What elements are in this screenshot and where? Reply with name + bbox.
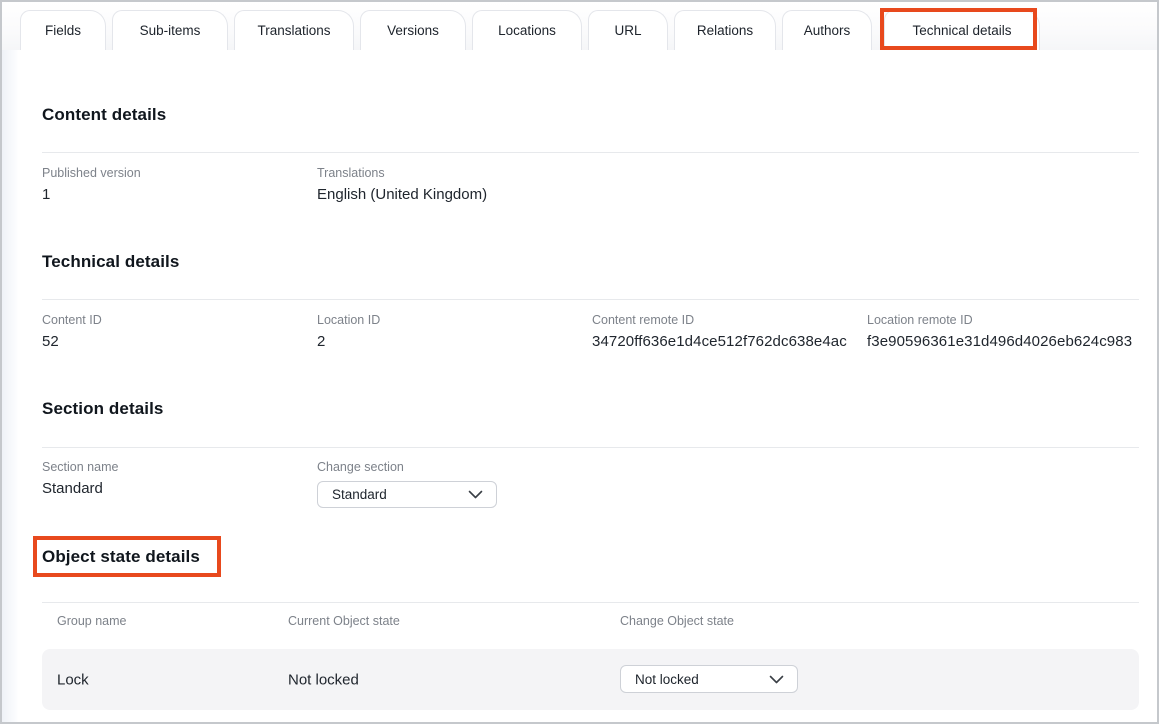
object-state-table-row: Lock Not locked Not locked [42,649,1139,710]
tab-url[interactable]: URL [588,10,668,50]
change-section-label: Change section [317,460,404,474]
tab-sub-items[interactable]: Sub-items [112,10,228,50]
published-version-value: 1 [42,186,141,203]
tab-label: Translations [257,23,330,38]
tab-label: Authors [804,23,851,38]
tab-label: Sub-items [140,23,201,38]
change-section-field: Change section [317,460,404,480]
tab-panel-technical-details: Content details Published version 1 Tran… [2,2,1157,722]
change-section-selected-value: Standard [332,487,387,502]
tab-label: Locations [498,23,556,38]
change-object-state-dropdown[interactable]: Not locked [620,665,798,693]
tab-bar: Fields Sub-items Translations Versions L… [2,2,1157,50]
object-state-heading-wrap: Object state details [42,547,200,567]
divider [42,299,1139,300]
translations-field: Translations English (United Kingdom) [317,166,487,203]
location-id-value: 2 [317,333,380,350]
divider [42,447,1139,448]
object-state-details-heading: Object state details [42,547,200,567]
section-details-heading: Section details [42,399,163,419]
divider [42,602,1139,603]
chevron-down-icon [468,490,483,499]
section-name-field: Section name Standard [42,460,118,497]
tab-label: Fields [45,23,81,38]
tab-label: URL [614,23,641,38]
col-header-current-object-state: Current Object state [288,614,400,628]
content-remote-id-label: Content remote ID [592,313,847,327]
tab-label: Versions [387,23,439,38]
tab-translations[interactable]: Translations [234,10,354,50]
published-version-field: Published version 1 [42,166,141,203]
location-remote-id-value: f3e90596361e31d496d4026eb624c983 [867,333,1132,350]
change-object-state-selected-value: Not locked [635,672,699,687]
location-remote-id-field: Location remote ID f3e90596361e31d496d40… [867,313,1132,350]
section-name-value: Standard [42,480,118,497]
section-name-label: Section name [42,460,118,474]
current-state-cell: Not locked [288,671,359,688]
content-remote-id-field: Content remote ID 34720ff636e1d4ce512f76… [592,313,847,350]
col-header-change-object-state: Change Object state [620,614,734,628]
left-edge-gutter [2,2,18,722]
content-id-field: Content ID 52 [42,313,102,350]
content-remote-id-value: 34720ff636e1d4ce512f762dc638e4ac [592,333,847,350]
content-details-heading: Content details [42,105,166,125]
content-id-label: Content ID [42,313,102,327]
divider [42,152,1139,153]
chevron-down-icon [769,675,784,684]
tab-technical-details[interactable]: Technical details [884,10,1040,50]
col-header-group-name: Group name [57,614,126,628]
technical-details-heading: Technical details [42,252,179,272]
location-id-label: Location ID [317,313,380,327]
translations-value: English (United Kingdom) [317,186,487,203]
content-id-value: 52 [42,333,102,350]
page-frame: Fields Sub-items Translations Versions L… [0,0,1159,724]
tab-label: Relations [697,23,753,38]
translations-label: Translations [317,166,487,180]
location-remote-id-label: Location remote ID [867,313,1132,327]
tab-label: Technical details [912,23,1011,38]
change-section-dropdown[interactable]: Standard [317,481,497,508]
published-version-label: Published version [42,166,141,180]
tab-locations[interactable]: Locations [472,10,582,50]
tab-fields[interactable]: Fields [20,10,106,50]
tab-versions[interactable]: Versions [360,10,466,50]
group-name-cell: Lock [57,671,89,688]
tab-relations[interactable]: Relations [674,10,776,50]
location-id-field: Location ID 2 [317,313,380,350]
tab-authors[interactable]: Authors [782,10,872,50]
